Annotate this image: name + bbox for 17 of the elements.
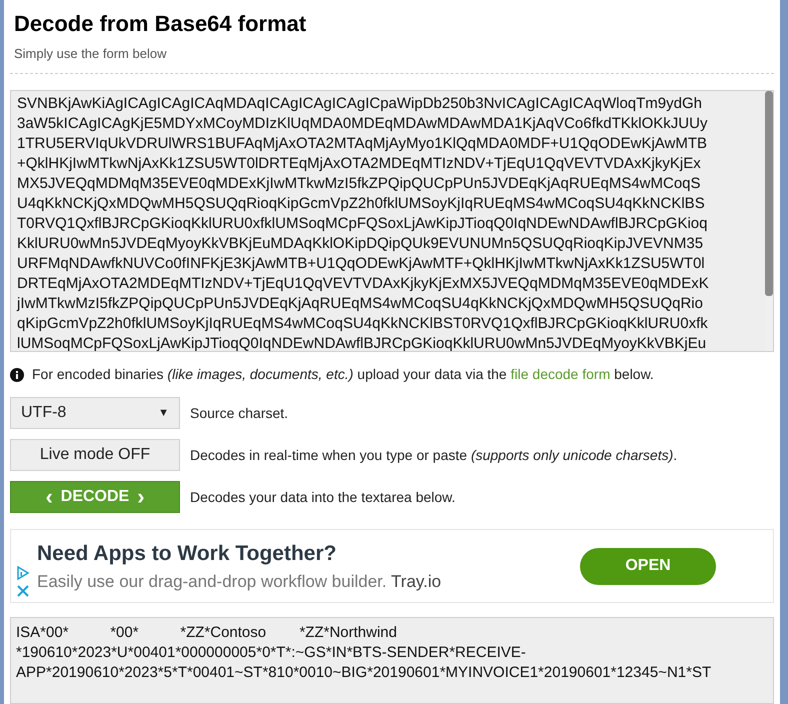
info-icon bbox=[10, 368, 24, 382]
option-description: Decodes in real-time when you type or paste (supports only unicode charsets). bbox=[190, 446, 678, 465]
input-textarea[interactable]: SVNBKjAwKiAgICAgICAgICAqMDAqICAgICAgICAgICpaWipDb250b3NvICAgICAgICAqWloqTm9ydGh 3aW5kICAgICAgKjE5MDYxMCoyMDIzKlUqMDA0MDEqMDAwMDAwMDA1KjAqVCo6fkdTKklOKkJUUy 1TRU5ERVIqUkVDRUlWRS1BUFAqMjAxOTA2MTAqMjAyMyo1KlQqMDA0MDF+U1QqODEwKjAwMTB +QklHKjIwMTkwNjAxKk1ZSU5WT0lDRTEqMjAxOTA2MDEqMTIzNDV+TjEqU1QqVEVTVDAxKjkyKjEx MX5JVEQqMDMqM35EVE0qMDExKjIwMTkwMzI5fkZPQipQUCpPUn5JVDEqKjAqRUEqMS4wMCoqS U4qKkNCKjQxMDQwMH5QSUQqRioqKipGcmVpZ2h0fklUMSoyKjIqRUEqMS4wMCoqSU4qKkNCKlBS T0RVQ1QxflBJRCpGKioqKklURU0xfklUMSoqMCpFQSoxLjAwKipJTioqQ0IqNDEwNDAwflBJRCpGKioq KklURU0wMn5JVDEqMyoyKkVBKjEuMDAqKklOKipDQipQUk9EVUNUMn5QSUQqRioqKipJVEVNM35 URFMqNDAwfkNUVCo0fINFKjE3KjAwMTB+U1QqODEwKjAwMTF+QklHKjIwMTkwNjAxKk1ZSU5WT0l DRTEqMjAxOTA2MDEqMTIzNDV+TjEqU1QqVEVTVDAxKjkyKjExMX5JVEQqMDMqM35EVE0qMDExK jIwMTkwMzI5fkZPQipQUCpPUn5JVDEqKjAqRUEqMS4wMCoqSU4qKkNCKjQxMDQwMH5QSUQqRio qKipGcmVpZ2h0fklUMSoyKjIqRUEqMS4wMCoqSU4qKkNCKlBST0RVQ1QxflBJRCpGKioqKklURU0xfk lUMSoqMCpFQSoxLjAwKipJTioqQ0IqNDEwNDAwflBJRCpGKioqKklURU0wMn5JVDEqMyoyKkVBKjEu bbox=[10, 90, 774, 352]
page-subtitle: Simply use the form below bbox=[14, 44, 168, 63]
close-icon[interactable] bbox=[16, 584, 30, 598]
output-textarea[interactable]: ISA*00* *00* *ZZ*Contoso *ZZ*Northwind *190610*2023*U*00401*000000005*0*T*:~GS*IN*BTS-SENDER*RECEIVE- APP*20190610*2023*5*T*00401~ST*810*0010~BIG*20190601*MYINVOICE1*20190601*12345~N1*ST bbox=[10, 617, 774, 704]
charset-select[interactable]: UTF-8 ▼ bbox=[10, 397, 180, 429]
ad-text: Easily use our drag-and-drop workflow builder. Tray.io bbox=[37, 571, 442, 593]
option-description: Source charset. bbox=[190, 404, 288, 422]
ad-info-icon[interactable] bbox=[16, 566, 30, 580]
open-button[interactable]: OPEN bbox=[580, 548, 716, 584]
live-mode-button[interactable]: Live mode OFF bbox=[10, 439, 180, 471]
option-description: Decodes your data into the textarea below. bbox=[190, 488, 456, 507]
page-title: Decode from Base64 format bbox=[14, 10, 308, 38]
scrollbar-thumb[interactable] bbox=[765, 91, 773, 296]
notice-text: For encoded binaries (like images, documents, etc.) upload your data via the file decode form below. bbox=[32, 365, 654, 384]
ad-headline: Need Apps to Work Together? bbox=[37, 540, 338, 566]
